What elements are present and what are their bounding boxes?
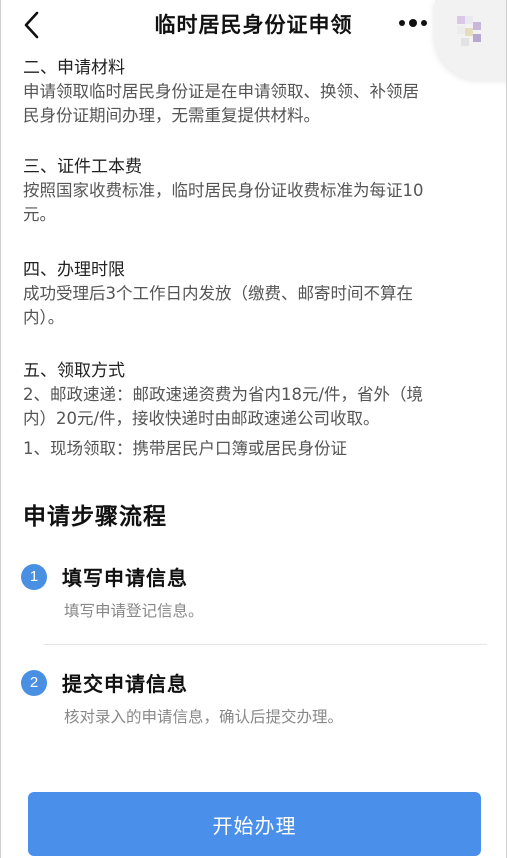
step-description: 填写申请登记信息。: [64, 602, 204, 620]
section-fee: 三、证件工本费 按照国家收费标准，临时居民身份证收费标准为每证10 元。: [23, 155, 485, 227]
section-title: 四、办理时限: [23, 260, 125, 280]
section-time-limit: 四、办理时限 成功受理后3个工作日内发放（缴费、邮寄时间不算在 内）。: [23, 258, 485, 330]
step-title: 提交申请信息: [62, 672, 188, 696]
section-materials: 二、申请材料 申请领取临时居民身份证是在申请领取、换领、补领居 民身份证期间办理…: [23, 56, 485, 128]
navbar: 临时居民身份证申领: [1, 0, 506, 80]
section-text: 2、邮政速递：邮政速递资费为省内18元/件，省外（境: [23, 385, 424, 404]
section-text: 内）20元/件，接收快递时由邮政速递公司收取。: [23, 409, 380, 428]
section-text: 成功受理后3个工作日内发放（缴费、邮寄时间不算在: [23, 284, 413, 303]
section-text: 按照国家收费标准，临时居民身份证收费标准为每证10: [23, 181, 424, 200]
step-title: 填写申请信息: [62, 566, 188, 590]
step-number-badge: 2: [21, 670, 47, 696]
section-title: 五、领取方式: [23, 361, 125, 381]
page: 临时居民身份证申领 二、申请材料 申请领取临时居民身份证是在申请领取、换领、补领…: [0, 0, 507, 858]
more-button[interactable]: [385, 8, 441, 38]
section-text: 1、现场领取：携带居民户口簿或居民身份证: [23, 439, 347, 458]
section-text: 元。: [23, 205, 56, 224]
divider: [43, 644, 487, 645]
section-pickup: 五、领取方式 2、邮政速递：邮政速递资费为省内18元/件，省外（境 内）20元/…: [23, 359, 485, 461]
section-text: 申请领取临时居民身份证是在申请领取、换领、补领居: [23, 82, 419, 101]
more-dots-icon: [399, 19, 427, 27]
start-button[interactable]: 开始办理: [28, 792, 481, 856]
avatar: [457, 16, 485, 46]
step-number-badge: 1: [21, 564, 47, 590]
section-title: 二、申请材料: [23, 58, 125, 78]
step-description: 核对录入的申请信息，确认后提交办理。: [64, 708, 344, 726]
steps-heading: 申请步骤流程: [23, 504, 167, 530]
section-text: 民身份证期间办理，无需重复提供材料。: [23, 106, 320, 125]
section-text: 内）。: [23, 308, 65, 327]
section-title: 三、证件工本费: [23, 157, 142, 177]
